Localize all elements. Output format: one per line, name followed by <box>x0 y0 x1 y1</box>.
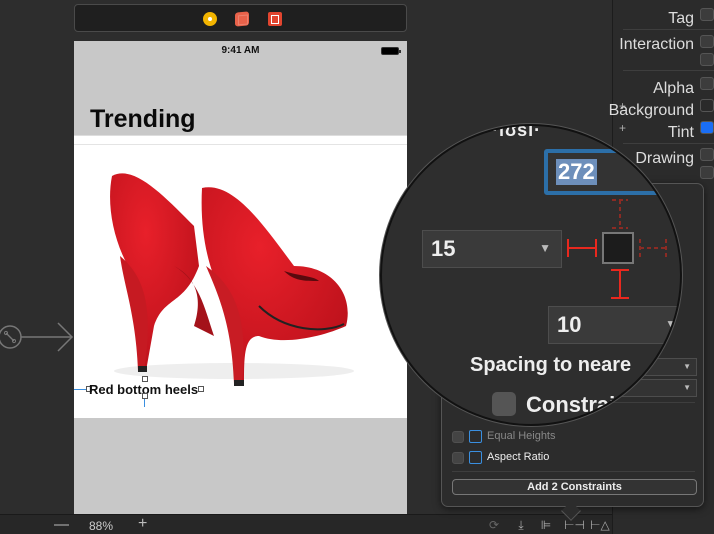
segue-arrow[interactable] <box>0 320 74 354</box>
aspect-ratio-checkbox[interactable] <box>452 452 464 464</box>
shoe-image[interactable] <box>84 156 374 386</box>
hidden-checkbox[interactable] <box>700 166 714 179</box>
leading-constraint-icon[interactable] <box>566 236 600 260</box>
align-icon[interactable]: ⊫ <box>538 518 554 532</box>
bottom-spacing-value[interactable]: 10 <box>557 312 581 338</box>
leading-spacing-field[interactable]: 15 ▼ <box>422 230 562 268</box>
equal-heights-label: Equal Heights <box>487 430 556 442</box>
equal-heights-checkbox[interactable] <box>452 431 464 443</box>
chevron-down-icon[interactable]: ▼ <box>665 317 677 331</box>
embed-in-icon[interactable]: ⤓ <box>513 518 529 532</box>
chevron-down-icon[interactable]: ▼ <box>539 241 551 255</box>
leading-spacing-value[interactable]: 15 <box>431 236 455 262</box>
top-spacing-field[interactable]: 272 <box>544 149 680 195</box>
tag-label: Tag <box>668 10 694 27</box>
multiple-touch-checkbox[interactable] <box>700 53 714 66</box>
popover-title-fragment: ·ıʊsı· <box>492 124 542 140</box>
update-frames-icon[interactable]: ⟳ <box>486 518 502 532</box>
selected-view-box <box>602 232 634 264</box>
equal-heights-icon <box>469 430 482 443</box>
add-constraints-button[interactable]: Add 2 Constraints <box>452 479 697 495</box>
resize-handle[interactable] <box>198 386 204 392</box>
resolve-issues-icon[interactable]: ⊢△ <box>590 518 610 532</box>
view-controller-icon[interactable] <box>203 12 217 26</box>
bottom-spacing-field[interactable]: 10 ▼ <box>548 306 680 344</box>
aspect-ratio-label: Aspect Ratio <box>487 451 550 463</box>
constrain-to-margins-checkbox[interactable] <box>492 392 516 416</box>
spacing-to-neighbor-label: Spacing to neare <box>470 354 632 376</box>
iphone-scene[interactable]: 9:41 AM Trending Red bottom heels <box>74 41 407 514</box>
zoom-level[interactable]: 88% <box>89 519 113 533</box>
divider <box>623 70 714 71</box>
status-time: 9:41 AM <box>221 45 260 56</box>
scene-dock <box>74 4 407 32</box>
top-constraint-dashed-icon[interactable] <box>608 198 632 232</box>
resize-handle[interactable] <box>142 393 148 399</box>
leading-constraint-line <box>74 389 86 390</box>
trailing-constraint-dashed-icon[interactable] <box>638 236 670 260</box>
bottom-constraint-line <box>144 399 145 407</box>
opaque-checkbox[interactable] <box>700 148 714 161</box>
top-spacing-value[interactable]: 272 <box>556 159 597 185</box>
add-constraints-icon[interactable]: ⊢⊣ <box>564 518 585 532</box>
zoom-in-button[interactable]: + <box>138 515 147 533</box>
canvas-bottom-bar: — 88% + ⟳ ⤓ ⊫ ⊢⊣ ⊢△ <box>0 514 612 534</box>
resize-handle[interactable] <box>142 376 148 382</box>
background-label: Background <box>608 102 694 119</box>
interaction-label: Interaction <box>619 36 694 53</box>
exit-icon[interactable] <box>268 12 282 26</box>
divider <box>623 143 714 144</box>
alpha-field[interactable] <box>700 77 714 90</box>
background-color-well[interactable] <box>700 99 714 112</box>
table-separator <box>74 144 407 145</box>
phone-bottom-area <box>74 418 407 514</box>
constrain-to-margins-label: Constrai <box>526 392 616 417</box>
user-interaction-checkbox[interactable] <box>700 35 714 48</box>
divider <box>623 29 714 30</box>
battery-icon <box>381 47 401 55</box>
magnifier-lens: ·ıʊsı· 272 15 ▼ 10 ▼ Spacing to neare Co… <box>380 124 682 426</box>
zoom-out-button[interactable]: — <box>54 516 69 533</box>
tint-plus-button[interactable]: + <box>619 121 626 135</box>
bottom-constraint-icon[interactable] <box>608 268 632 302</box>
alpha-label: Alpha <box>653 80 694 97</box>
navigation-title[interactable]: Trending <box>90 105 196 134</box>
table-view[interactable]: Red bottom heels <box>74 135 407 418</box>
divider <box>452 471 695 472</box>
first-responder-icon[interactable] <box>235 11 249 27</box>
tag-field[interactable] <box>700 8 714 21</box>
status-bar: 9:41 AM <box>74 41 407 61</box>
aspect-ratio-icon <box>469 451 482 464</box>
tint-label: Tint <box>667 124 694 141</box>
tint-color-well[interactable] <box>700 121 714 134</box>
